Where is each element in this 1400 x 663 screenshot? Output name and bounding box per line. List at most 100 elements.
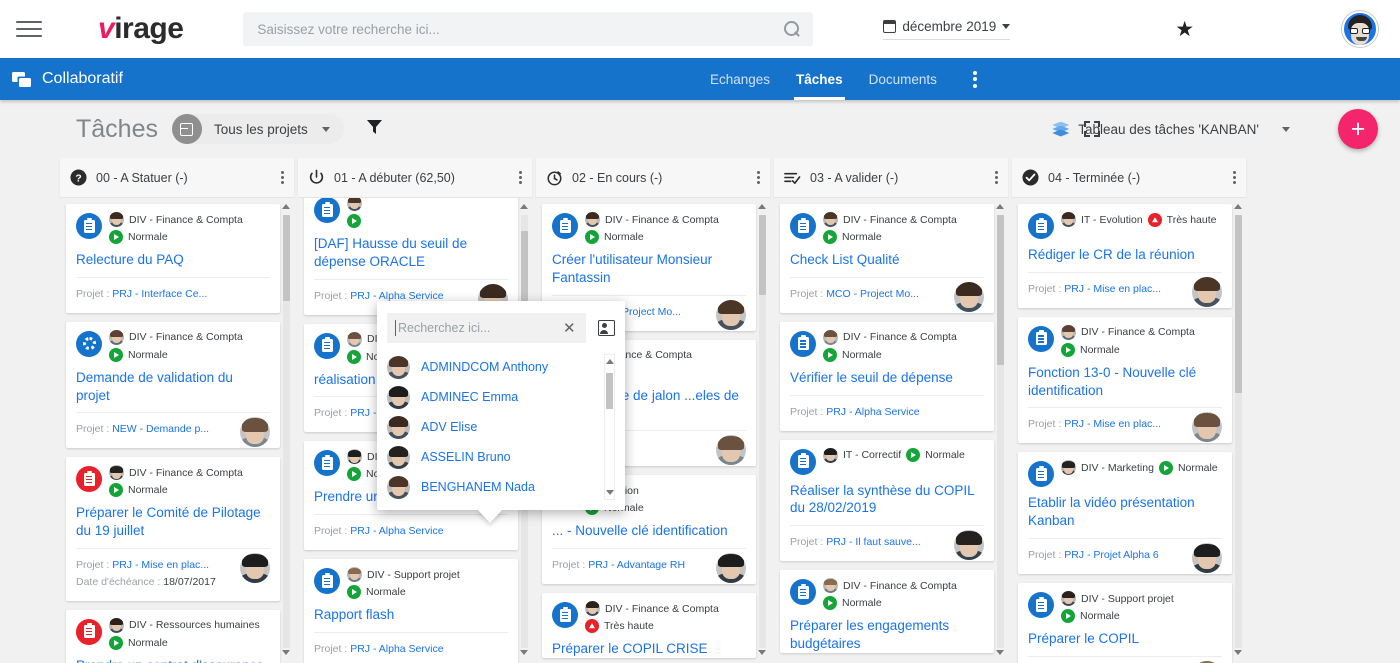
scroll-up-arrow-icon[interactable]	[282, 204, 291, 213]
card-title[interactable]: Créer l'utilisateur Monsieur Fantassin	[552, 251, 746, 287]
person-list-item[interactable]: ADV Elise	[387, 412, 597, 442]
assignee-avatar[interactable]	[1192, 276, 1222, 307]
assignee-avatar[interactable]	[716, 553, 746, 584]
project-name[interactable]: PRJ - Il faut sauve...	[826, 536, 921, 548]
scroll-down-arrow-icon[interactable]	[520, 650, 529, 659]
card-title[interactable]: Rapport flash	[314, 606, 508, 624]
card-title[interactable]: Préparer les engagements budgétaires	[790, 617, 984, 653]
popup-search-field[interactable]: ✕	[387, 313, 586, 343]
project-name[interactable]: PRJ - Mise en plac...	[112, 559, 209, 571]
column-scrollbar[interactable]	[996, 204, 1005, 659]
task-card[interactable]: DIV - Marketing Normale Etablir la vidéo p…	[1018, 452, 1232, 575]
task-card[interactable]: DIV - Finance & Compta Normale Vérifier le…	[780, 321, 994, 431]
scroll-down-arrow-icon[interactable]	[758, 650, 767, 659]
scroll-down-arrow-icon[interactable]	[605, 490, 614, 495]
task-card[interactable]: DIV - Finance & Compta Normale Préparer le…	[780, 570, 994, 653]
scrollbar-thumb[interactable]	[997, 215, 1004, 365]
app-logo[interactable]: virage	[98, 12, 184, 46]
close-icon[interactable]: ✕	[561, 321, 578, 336]
card-title[interactable]: Fonction 13-0 - Nouvelle clé identificat…	[1028, 364, 1222, 400]
card-title[interactable]: Préparer le COPIL CRISE	[552, 640, 746, 658]
scroll-up-arrow-icon[interactable]	[605, 359, 614, 364]
person-list-item[interactable]: ASSELIN Bruno	[387, 442, 597, 472]
project-name[interactable]: PRJ - Alpha Service	[826, 406, 919, 418]
scrollbar-thumb[interactable]	[521, 231, 528, 301]
assignee-avatar[interactable]	[716, 435, 746, 466]
project-name[interactable]: PRJ - Alpha Service	[350, 290, 443, 302]
task-card[interactable]: IT - Correctif Normale Réaliser la synthès…	[780, 439, 994, 562]
scrollbar-track[interactable]	[283, 215, 290, 648]
search-input[interactable]	[255, 20, 785, 38]
person-list-item[interactable]: BENGHANEM Nada	[387, 472, 597, 502]
project-name[interactable]: NEW - Demande p...	[112, 423, 209, 435]
task-card[interactable]: [DAF] Hausse du seuil de dépense ORACLE P…	[304, 198, 518, 315]
assignee-avatar[interactable]	[954, 281, 984, 312]
scrollbar-thumb[interactable]	[283, 215, 290, 301]
task-card[interactable]: DIV - Finance & Compta Normale Check List …	[780, 204, 994, 313]
scroll-down-arrow-icon[interactable]	[282, 650, 291, 659]
favorites-star-icon[interactable]: ★	[1175, 19, 1194, 40]
task-card[interactable]: IT - Evolution Très haute Rédiger le CR de…	[1018, 204, 1232, 308]
scroll-down-arrow-icon[interactable]	[1234, 650, 1243, 659]
person-name[interactable]: BENGHANEM Nada	[421, 480, 535, 494]
person-name[interactable]: ADMINDCOM Anthony	[421, 360, 548, 374]
project-name[interactable]: PRJ - Interface Ce...	[112, 288, 207, 300]
task-card[interactable]: DIV - Finance & Compta Normale Fonction 13…	[1018, 316, 1232, 444]
scroll-up-arrow-icon[interactable]	[996, 204, 1005, 213]
project-filter-selector[interactable]: Tous les projets	[171, 114, 344, 144]
scroll-up-arrow-icon[interactable]	[1234, 204, 1243, 213]
task-card[interactable]: DIV - Ressources humaines Normale Prendre …	[66, 609, 280, 663]
card-title[interactable]: Vérifier le seuil de dépense	[790, 369, 984, 387]
task-card[interactable]: DIV - Support projet Normale Préparer le C…	[1018, 583, 1232, 663]
card-title[interactable]: Rédiger le CR de la réunion	[1028, 246, 1222, 264]
project-name[interactable]: PRJ - Mise en plac...	[1064, 418, 1161, 430]
scrollbar-thumb[interactable]	[759, 215, 766, 295]
card-title[interactable]: [DAF] Hausse du seuil de dépense ORACLE	[314, 235, 508, 271]
task-card[interactable]: DIV - Finance & Compta Très haute Préparer…	[542, 593, 756, 658]
card-title[interactable]: Check List Qualité	[790, 251, 984, 269]
tab-taches[interactable]: Tâches	[794, 58, 845, 100]
project-name[interactable]: PRJ - Alpha Service	[350, 643, 443, 655]
card-title[interactable]: Relecture du PAQ	[76, 251, 270, 269]
person-list-item[interactable]: ADMINEC Emma	[387, 382, 597, 412]
task-card[interactable]: DIV - Finance & Compta Normale Relecture d…	[66, 204, 280, 313]
person-name[interactable]: ASSELIN Bruno	[421, 450, 511, 464]
nav-overflow-kebab-icon[interactable]	[972, 68, 977, 90]
column-menu-kebab-icon[interactable]	[995, 168, 999, 186]
scrollbar-track[interactable]	[1235, 215, 1242, 648]
scrollbar-track[interactable]	[997, 215, 1004, 648]
card-title[interactable]: Demande de validation du projet	[76, 369, 270, 405]
scrollbar-thumb[interactable]	[1235, 215, 1242, 393]
column-menu-kebab-icon[interactable]	[757, 168, 761, 186]
person-name[interactable]: ADMINEC Emma	[421, 390, 518, 404]
scroll-down-arrow-icon[interactable]	[996, 650, 1005, 659]
global-search[interactable]	[243, 12, 814, 46]
project-name[interactable]: PRJ - Alpha Service	[350, 525, 443, 537]
task-card[interactable]: DIV - Support projet Normale Rapport flash…	[304, 559, 518, 663]
assignee-avatar[interactable]	[1192, 543, 1222, 574]
card-title[interactable]: Réaliser la synthèse du COPIL du 28/02/2…	[790, 482, 984, 518]
tab-documents[interactable]: Documents	[869, 58, 937, 100]
assignee-avatar[interactable]	[1192, 412, 1222, 443]
column-menu-kebab-icon[interactable]	[281, 168, 285, 186]
hamburger-menu-icon[interactable]	[16, 16, 42, 42]
person-name[interactable]: ADV Elise	[421, 420, 477, 434]
board-view-selector[interactable]: Tableau des tâches 'KANBAN'	[1052, 121, 1290, 137]
filter-funnel-icon[interactable]	[366, 118, 383, 140]
assignee-avatar[interactable]	[240, 417, 270, 448]
popup-search-input[interactable]	[395, 320, 561, 336]
card-title[interactable]: Etablir la vidéo présentation Kanban	[1028, 494, 1222, 530]
people-list-scrollbar[interactable]	[604, 354, 615, 500]
scrollbar-thumb[interactable]	[606, 373, 613, 409]
assignee-avatar[interactable]	[716, 299, 746, 330]
tab-echanges[interactable]: Echanges	[710, 58, 770, 100]
scrollbar-track[interactable]	[759, 215, 766, 648]
card-title[interactable]: Préparer le Comité de Pilotage du 19 jui…	[76, 504, 270, 540]
column-scrollbar[interactable]	[758, 204, 767, 659]
project-name[interactable]: PRJ - Advantage RH	[588, 559, 685, 571]
search-icon[interactable]	[784, 20, 801, 38]
column-scrollbar[interactable]	[1234, 204, 1243, 659]
add-task-button[interactable]: +	[1338, 109, 1378, 149]
user-avatar[interactable]	[1342, 11, 1378, 47]
scroll-up-arrow-icon[interactable]	[520, 204, 529, 213]
